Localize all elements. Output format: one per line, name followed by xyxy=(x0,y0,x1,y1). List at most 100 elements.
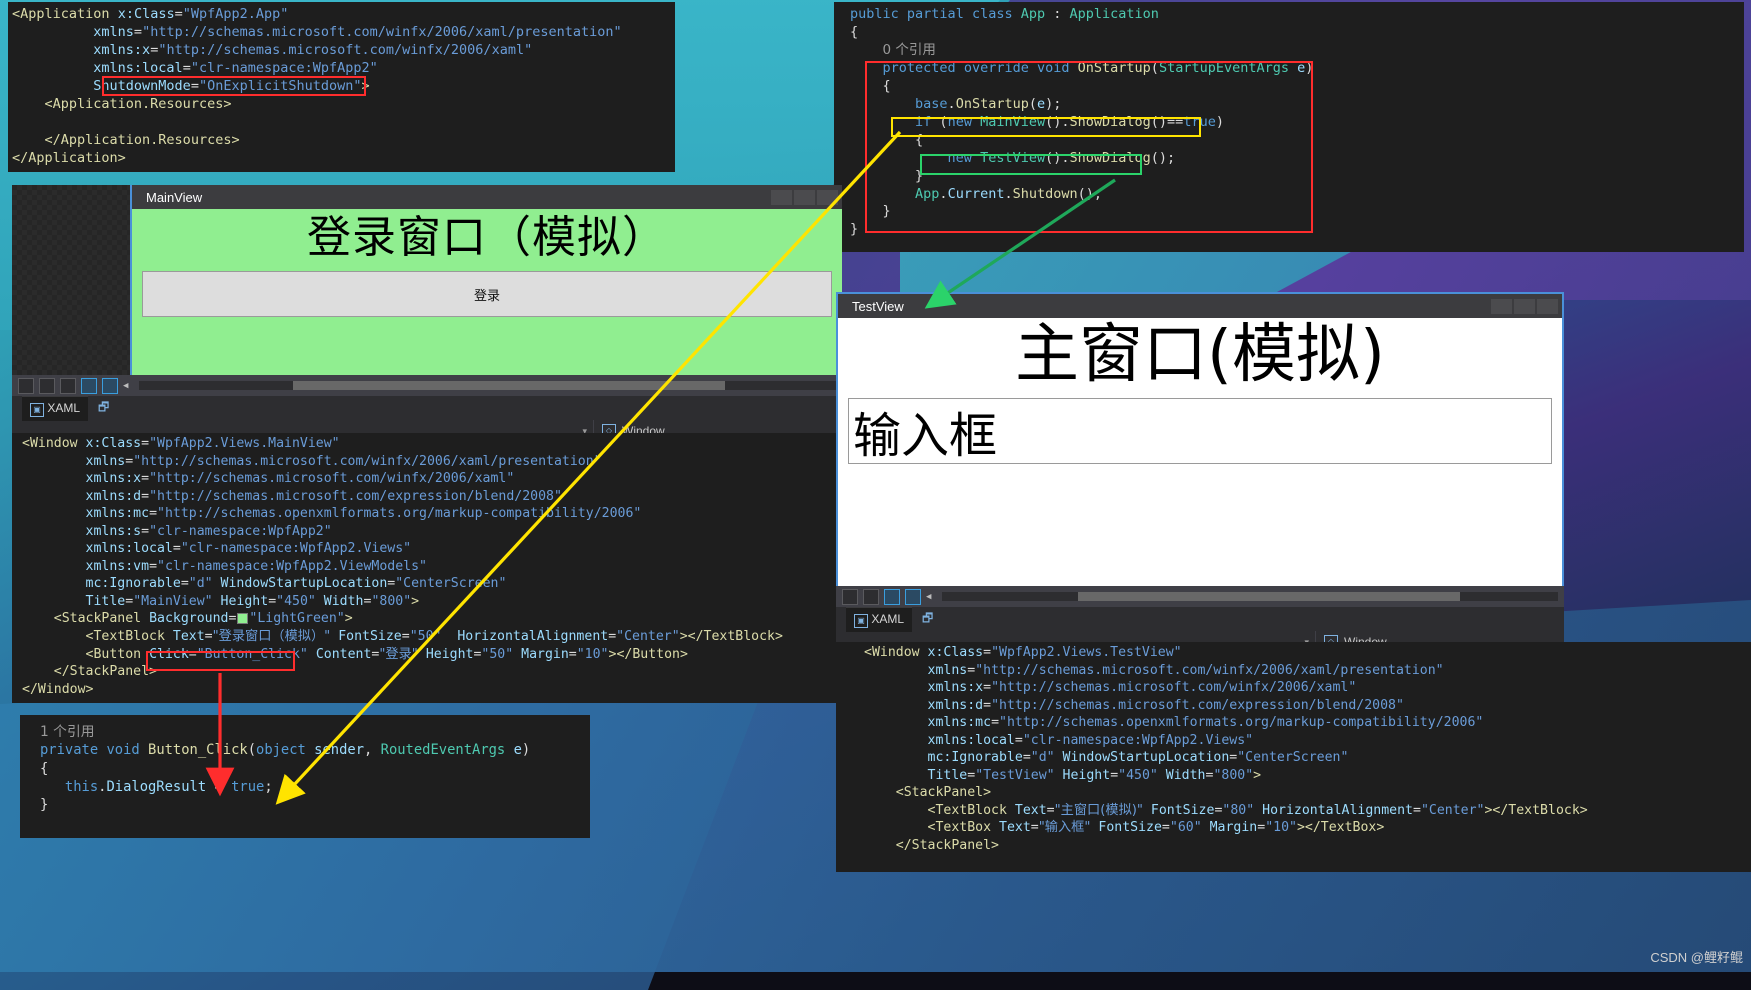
code-line: xmlns:x="http://schemas.microsoft.com/wi… xyxy=(927,680,1357,696)
code-line: base.OnStartup(e); xyxy=(915,95,1062,112)
code-line: xmlns:d="http://schemas.microsoft.com/ex… xyxy=(927,697,1404,713)
testview-window-buttons[interactable] xyxy=(1491,298,1562,314)
code-line: xmlns:local="clr-namespace:WpfApp2.Views… xyxy=(85,541,412,557)
code-line: private void Button_Click(object sender,… xyxy=(40,742,531,759)
code-line: mc:Ignorable="d" WindowStartupLocation="… xyxy=(85,576,507,592)
mainview-xaml-code-lines: <Window x:Class="WpfApp2.Views.MainView"… xyxy=(22,435,842,698)
code-line: } xyxy=(40,797,49,814)
code-line: Title="MainView" Height="450" Width="800… xyxy=(85,593,420,609)
app-xaml-code-panel[interactable]: <Application x:Class="WpfApp2.App" xmlns… xyxy=(8,2,675,172)
code-line: <TextBlock Text="登录窗口（模拟）" FontSize="50"… xyxy=(85,629,783,645)
code-line: <Window x:Class="WpfApp2.Views.TestView" xyxy=(864,645,1182,660)
code-line: public partial class App : Application xyxy=(850,6,1159,22)
testview-title-text: TestView xyxy=(852,298,904,314)
maximize-icon[interactable] xyxy=(794,189,815,205)
artboard-icon[interactable] xyxy=(102,377,118,394)
transparency-icon[interactable] xyxy=(863,588,879,605)
code-line: <TextBlock Text="主窗口(模拟)" FontSize="80" … xyxy=(927,802,1588,818)
grid-icon[interactable] xyxy=(842,588,858,605)
mainview-login-button[interactable]: 登录 xyxy=(142,271,832,318)
testview-designer-chrome[interactable]: ◀ ▣ XAML 🗗 ▾ ◇ Window xyxy=(836,586,1564,653)
app-xaml-code-lines: <Application x:Class="WpfApp2.App" xmlns… xyxy=(12,6,675,168)
minimize-icon[interactable] xyxy=(771,189,792,205)
mainview-heading: 登录窗口（模拟） xyxy=(307,212,667,263)
minimize-icon[interactable] xyxy=(1491,298,1512,314)
testview-designer-horizontal-scrollbar[interactable] xyxy=(942,592,1558,601)
app-cs-code-panel[interactable]: public partial class App : Application{ … xyxy=(834,2,1744,252)
mainview-codebehind-panel[interactable]: 1 个引用 private void Button_Click(object se… xyxy=(20,715,590,838)
code-line: <TextBox Text="输入框" FontSize="60" Margin… xyxy=(927,820,1385,836)
artboard-icon[interactable] xyxy=(905,588,921,605)
collapse-icon[interactable]: ◀ xyxy=(926,592,931,602)
xaml-tab-icon: ▣ xyxy=(30,402,44,417)
tab-xaml[interactable]: ▣ XAML xyxy=(22,395,89,421)
code-line: this.DialogResult = true; xyxy=(64,779,273,796)
code-line: { xyxy=(850,77,891,94)
popout-icon[interactable]: 🗗 xyxy=(98,398,109,419)
code-line: mc:Ignorable="d" WindowStartupLocation="… xyxy=(927,750,1349,766)
testview-designer-toolbar[interactable]: ◀ xyxy=(836,586,1564,607)
code-line: <StackPanel> xyxy=(895,785,992,801)
testview-xaml-code-lines: <Window x:Class="WpfApp2.Views.TestView"… xyxy=(864,644,1751,855)
designer-horizontal-scrollbar[interactable] xyxy=(139,381,836,390)
code-line: xmlns="http://schemas.microsoft.com/winf… xyxy=(93,23,622,40)
code-line: xmlns="http://schemas.microsoft.com/winf… xyxy=(927,662,1444,678)
mainview-designer-chrome[interactable]: ◀ ▣ XAML 🗗 ▾ ◇ Window xyxy=(12,375,842,442)
effects-icon[interactable] xyxy=(81,377,97,394)
code-line: } xyxy=(850,167,924,184)
xaml-tab-icon: ▣ xyxy=(854,613,868,628)
code-line: </Application.Resources> xyxy=(44,131,240,148)
designer-toolbar[interactable]: ◀ xyxy=(12,375,842,396)
maximize-icon[interactable] xyxy=(1514,298,1535,314)
code-line: xmlns:local="clr-namespace:WpfApp2.Views… xyxy=(927,732,1254,748)
code-line: <Application.Resources> xyxy=(44,95,232,112)
code-line: xmlns:local="clr-namespace:WpfApp2" xyxy=(93,59,378,76)
code-line: { xyxy=(850,131,924,148)
close-icon[interactable] xyxy=(1537,298,1558,314)
color-swatch-icon xyxy=(237,612,249,624)
app-cs-code-lines: public partial class App : Application{ … xyxy=(850,6,1744,239)
collapse-icon[interactable]: ◀ xyxy=(123,381,128,391)
mainview-content-area: 登录窗口（模拟） 登录 xyxy=(132,209,842,375)
code-line: if (new MainView().ShowDialog()==true) xyxy=(915,113,1224,130)
code-line: <StackPanel Background= "LightGreen"> xyxy=(53,611,353,627)
mainview-codebehind-code-lines: 1 个引用 private void Button_Click(object se… xyxy=(40,723,590,815)
mainview-xaml-tabstrip[interactable]: ▣ XAML 🗗 xyxy=(12,395,842,421)
testview-heading: 主窗口(模拟) xyxy=(1015,318,1385,392)
code-line: Title="TestView" Height="450" Width="800… xyxy=(927,767,1262,783)
code-line: 1 个引用 xyxy=(40,724,95,740)
code-line: xmlns:mc="http://schemas.openxmlformats.… xyxy=(927,715,1484,731)
transparency-icon[interactable] xyxy=(60,377,76,394)
close-icon[interactable] xyxy=(817,189,838,205)
code-line: new TestView().ShowDialog(); xyxy=(947,149,1176,166)
testview-app-window[interactable]: TestView 主窗口(模拟) 输入框 xyxy=(836,292,1564,590)
tab-xaml-label: XAML xyxy=(871,611,905,626)
tab-xaml[interactable]: ▣ XAML xyxy=(846,606,913,632)
code-line: xmlns:x="http://schemas.microsoft.com/wi… xyxy=(93,41,533,58)
mainview-app-window[interactable]: MainView 登录窗口（模拟） 登录 xyxy=(12,185,842,377)
testview-content-area: 主窗口(模拟) 输入框 xyxy=(838,318,1562,588)
testview-xaml-code-panel[interactable]: <Window x:Class="WpfApp2.Views.TestView"… xyxy=(836,642,1751,872)
code-line: { xyxy=(850,23,859,40)
mainview-titlebar[interactable]: MainView xyxy=(132,185,842,209)
testview-titlebar[interactable]: TestView xyxy=(838,294,1562,318)
code-line: protected override void OnStartup(Startu… xyxy=(882,59,1314,76)
zoom-icon[interactable] xyxy=(39,377,55,394)
code-line: </Window> xyxy=(22,681,94,697)
mainview-login-button-label: 登录 xyxy=(473,288,500,304)
mainview-window-buttons[interactable] xyxy=(771,189,842,205)
code-line: </Application> xyxy=(12,149,126,166)
code-line: xmlns:x="http://schemas.microsoft.com/wi… xyxy=(85,471,515,487)
code-line: <Window x:Class="WpfApp2.Views.MainView" xyxy=(22,436,340,451)
testview-xaml-tabstrip[interactable]: ▣ XAML 🗗 xyxy=(836,606,1564,632)
code-line: xmlns:s="clr-namespace:WpfApp2" xyxy=(85,523,332,539)
effects-icon[interactable] xyxy=(884,588,900,605)
popout-icon[interactable]: 🗗 xyxy=(922,609,933,630)
mainview-xaml-code-panel[interactable]: <Window x:Class="WpfApp2.Views.MainView"… xyxy=(12,433,842,703)
testview-textbox[interactable]: 输入框 xyxy=(848,398,1552,465)
code-line: ShutdownMode="OnExplicitShutdown"> xyxy=(93,77,370,94)
code-line: <Button Click="Button_Click" Content="登录… xyxy=(85,646,688,662)
grid-icon[interactable] xyxy=(18,377,34,394)
code-line: } xyxy=(850,221,859,238)
